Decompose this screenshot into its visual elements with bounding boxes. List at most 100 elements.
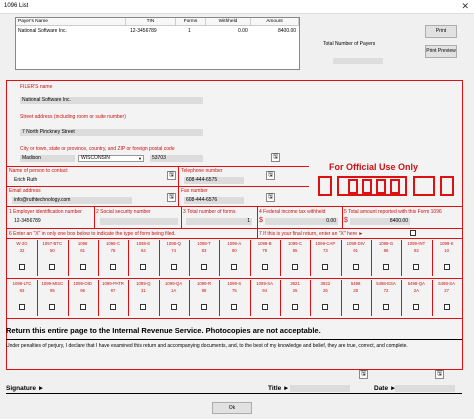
form-type-checkbox[interactable] [19,264,26,270]
close-icon[interactable]: ✕ [461,1,469,12]
box1-label: 1 Employer identification number [9,209,82,215]
form-type-checkbox[interactable] [231,264,238,270]
total-payers-field [333,58,383,64]
form-type-3922: 3922 26 [310,280,340,316]
form-type-1099-b: 1099-B 79 [249,240,280,276]
ein-field[interactable]: 12-3456789 [12,218,72,225]
form-type-checkbox[interactable] [383,264,390,270]
save-fax-icon[interactable]: 🖫 [266,193,275,202]
street-label: Street address (including room or suite … [20,114,126,120]
form-type-checkbox[interactable] [261,264,268,270]
fax-field[interactable]: 608-444-6576 [184,197,244,204]
contact-field[interactable]: Erich Ruth [12,177,132,184]
box5-currency: $ [344,217,348,224]
final-return-checkbox[interactable] [410,230,416,236]
fax-label: Fax number [181,188,208,194]
column-header-tin[interactable]: TIN [126,18,176,26]
form-type-checkbox[interactable] [292,304,299,310]
box7-label: 7 If this is your final return, enter an… [259,231,364,237]
street-field[interactable]: 7 North Pinckney Street [20,129,203,136]
form-type-checkbox[interactable] [170,264,177,270]
email-field[interactable]: info@ruthtechnology.com [12,197,132,204]
form-type-checkbox[interactable] [322,264,329,270]
form-type-code: 80 [231,248,237,253]
column-header-name[interactable]: Payer's Name [16,18,126,26]
form-type-1099-patr: 1099-PATR 97 [98,280,128,316]
form-type-label: 5498-QA [407,281,425,286]
payer-list[interactable]: Payer's Name TIN Forms Withheld Amount N… [15,17,300,70]
state-select[interactable]: WISCONSIN ▼ [78,155,144,162]
form-type-checkbox[interactable] [19,304,26,310]
save-email-icon[interactable]: 🖫 [167,193,176,202]
save-contact-icon[interactable]: 🖫 [167,171,176,180]
form-type-checkbox[interactable] [322,304,329,310]
save-signature-icon[interactable]: 🖫 [359,370,368,379]
form-type-checkbox[interactable] [170,304,177,310]
form-type-label: 1099-LTC [12,281,32,286]
form-type-code: 32 [19,248,25,253]
save-telephone-icon[interactable]: 🖫 [266,171,275,180]
form-type-checkbox[interactable] [49,264,56,270]
telephone-field[interactable]: 608-444-6575 [184,177,244,184]
form-type-code: 10 [444,248,450,253]
ok-button[interactable]: Ok [212,402,252,414]
form-type-checkbox[interactable] [383,304,390,310]
form-type-label: 1099-OID [73,281,92,286]
column-header-forms[interactable]: Forms [176,18,206,26]
form-type-checkbox[interactable] [231,304,238,310]
form-type-checkbox[interactable] [413,304,420,310]
form-type-checkbox[interactable] [201,304,208,310]
form-type-checkbox[interactable] [352,264,359,270]
print-preview-button[interactable]: Print Preview [425,45,457,58]
form-type-code: 97 [110,288,116,293]
form-type-checkbox[interactable] [443,304,450,310]
form-type-code: 28 [353,288,359,293]
form-type-code: 81 [80,248,86,253]
form-type-checkbox[interactable] [140,304,147,310]
box3-label: 3 Total number of forms [183,209,236,215]
ssn-field[interactable] [100,218,178,225]
city-label: City or town, state or province, country… [20,146,175,152]
form-type-checkbox[interactable] [110,304,117,310]
form-type-1099-c: 1099-C 85 [280,240,310,276]
form-type-code: 79 [262,248,268,253]
date-field[interactable] [395,385,455,392]
tax-withheld-field[interactable]: 0.00 [265,218,338,225]
save-filer-icon[interactable]: 🖫 [271,153,280,162]
form-type-checkbox[interactable] [443,264,450,270]
form-type-checkbox[interactable] [292,264,299,270]
form-type-label: 3922 [320,281,331,286]
form-type-checkbox[interactable] [49,304,56,310]
title-field[interactable] [290,385,350,392]
form-type-code: 50 [49,248,55,253]
form-type-checkbox[interactable] [261,304,268,310]
total-amount-field[interactable]: 8400.00 [350,218,410,225]
form-type-checkbox[interactable] [201,264,208,270]
form-type-label: 5498 [350,281,361,286]
form-type-label: 1099-MISC [41,281,64,286]
city-field[interactable]: Madison [20,155,75,162]
total-forms-field[interactable]: 1 [186,218,252,225]
cell-forms: 1 [188,28,191,34]
form-type-1099-sa: 1099-SA 94 [249,280,280,316]
form-type-code: 83 [201,248,207,253]
box6-label: 6 Enter an "X" in only one box below to … [9,231,176,237]
form-type-checkbox[interactable] [79,304,86,310]
zip-field[interactable]: 53703 [150,155,203,162]
form-type-checkbox[interactable] [140,264,147,270]
form-type-code: 95 [49,288,55,293]
form-type-label: 1099-R [196,281,212,286]
form-type-code: 86 [383,248,389,253]
column-header-withheld[interactable]: Withheld [206,18,251,26]
form-type-checkbox[interactable] [352,304,359,310]
filer-name-field[interactable]: National Software Inc. [20,97,203,104]
form-type-label: 1098 [77,241,88,246]
save-date-icon[interactable]: 🖫 [435,370,444,379]
print-button[interactable]: Print [425,25,457,38]
column-header-amount[interactable]: Amount [251,18,299,26]
form-type-label: 1098-C [105,241,121,246]
form-type-checkbox[interactable] [413,264,420,270]
form-type-checkbox[interactable] [110,264,117,270]
form-type-checkbox[interactable] [79,264,86,270]
form-type-label: 1098-E [136,241,151,246]
